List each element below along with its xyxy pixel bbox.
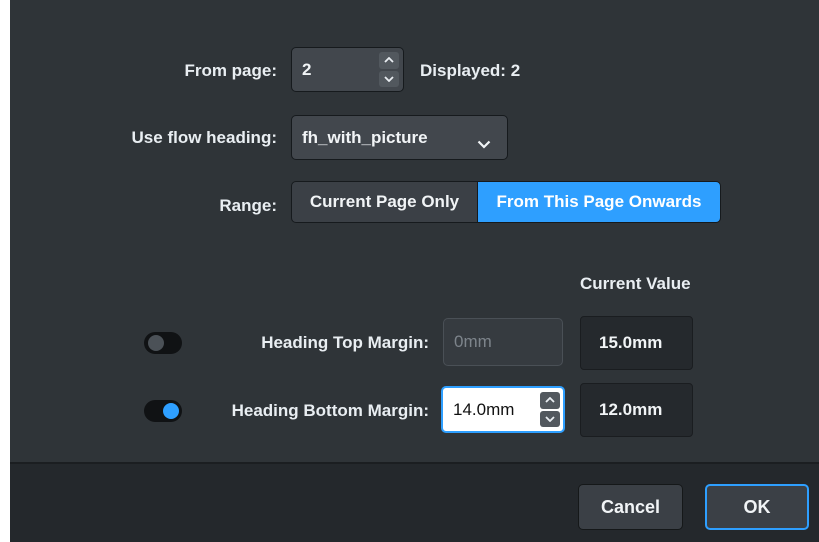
range-option-current-page-only[interactable]: Current Page Only bbox=[291, 181, 478, 223]
chevron-down-icon[interactable] bbox=[379, 70, 399, 87]
chevron-up-icon[interactable] bbox=[540, 392, 560, 409]
heading-top-margin-placeholder: 0mm bbox=[454, 332, 492, 351]
heading-bottom-margin-stepper bbox=[540, 392, 560, 427]
chevron-up-icon[interactable] bbox=[379, 52, 399, 69]
heading-top-margin-toggle[interactable] bbox=[144, 332, 182, 354]
flow-heading-dropdown[interactable]: fh_with_picture bbox=[291, 115, 508, 160]
dialog bbox=[10, 0, 819, 542]
heading-bottom-margin-toggle[interactable] bbox=[144, 400, 182, 422]
heading-bottom-margin-label: Heading Bottom Margin: bbox=[231, 401, 429, 420]
toggle-knob bbox=[148, 335, 164, 351]
heading-bottom-margin-value[interactable]: 14.0mm bbox=[453, 400, 514, 420]
heading-top-margin-input[interactable]: 0mm bbox=[443, 318, 563, 366]
flow-heading-label: Use flow heading: bbox=[131, 128, 277, 147]
heading-bottom-margin-input[interactable]: 14.0mm bbox=[441, 386, 565, 433]
heading-top-margin-label: Heading Top Margin: bbox=[261, 333, 429, 352]
chevron-down-icon bbox=[477, 134, 491, 154]
flow-heading-value: fh_with_picture bbox=[302, 127, 428, 147]
ok-button[interactable]: OK bbox=[705, 484, 809, 530]
current-value-header: Current Value bbox=[580, 274, 691, 293]
toggle-knob bbox=[163, 403, 179, 419]
range-label: Range: bbox=[219, 196, 277, 215]
heading-top-margin-current-value: 15.0mm bbox=[580, 316, 693, 370]
from-page-stepper bbox=[379, 52, 399, 87]
from-page-spinner[interactable]: 2 bbox=[291, 47, 404, 92]
from-page-label: From page: bbox=[184, 61, 277, 80]
cancel-button[interactable]: Cancel bbox=[578, 484, 683, 530]
range-option-from-this-page-onwards[interactable]: From This Page Onwards bbox=[477, 181, 721, 223]
from-page-value[interactable]: 2 bbox=[302, 60, 311, 80]
displayed-page-text: Displayed: 2 bbox=[420, 61, 521, 80]
heading-bottom-margin-current-value: 12.0mm bbox=[580, 383, 693, 437]
dialog-footer bbox=[10, 464, 819, 542]
chevron-down-icon[interactable] bbox=[540, 410, 560, 427]
